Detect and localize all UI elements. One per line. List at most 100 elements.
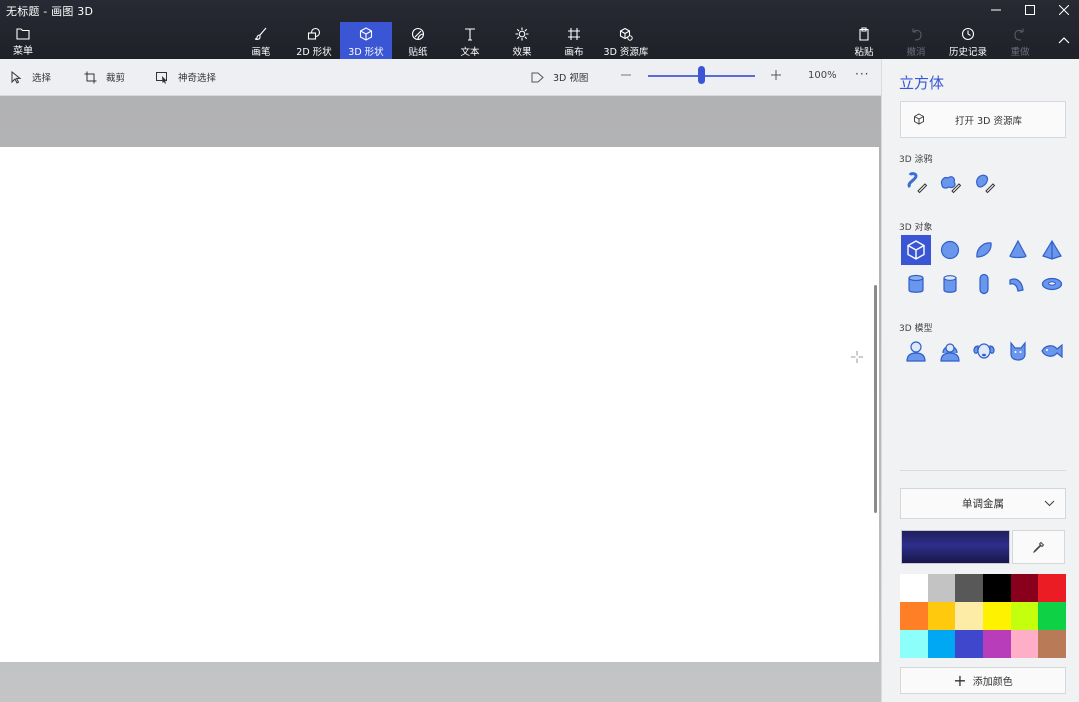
tool-label: 效果 bbox=[512, 47, 532, 58]
material-label: 单调金属 bbox=[962, 498, 1004, 510]
color-swatch[interactable] bbox=[982, 630, 1011, 658]
tool-canvas[interactable]: 画布 bbox=[548, 22, 600, 59]
soft-doodle-icon bbox=[940, 176, 962, 194]
tool-3d-shapes[interactable]: 3D 形状 bbox=[340, 22, 392, 59]
open-3d-library-button[interactable]: 打开 3D 资源库 bbox=[900, 101, 1066, 138]
color-swatch[interactable] bbox=[927, 602, 956, 630]
collapse-ribbon-button[interactable] bbox=[1054, 32, 1074, 48]
tool-stickers[interactable]: 贴纸 bbox=[392, 22, 444, 59]
select-label: 选择 bbox=[32, 73, 52, 84]
magic-select-tool[interactable]: 神奇选择 bbox=[156, 69, 216, 85]
man-model[interactable] bbox=[901, 336, 931, 366]
current-color-swatch[interactable] bbox=[901, 530, 1010, 564]
color-swatch[interactable] bbox=[927, 630, 956, 658]
tube-doodle-tool[interactable] bbox=[969, 167, 999, 197]
add-color-button[interactable]: + 添加颜色 bbox=[900, 667, 1066, 694]
color-swatch[interactable] bbox=[900, 630, 928, 658]
3d-shapes-icon bbox=[359, 27, 373, 41]
hemisphere-shape[interactable] bbox=[969, 235, 999, 265]
plus-icon bbox=[771, 70, 781, 80]
fish-model[interactable] bbox=[1037, 336, 1067, 366]
tool-effects[interactable]: 效果 bbox=[496, 22, 548, 59]
color-swatch[interactable] bbox=[900, 574, 928, 602]
capsule-shape[interactable] bbox=[969, 269, 999, 299]
menu-button[interactable]: 菜单 bbox=[5, 24, 41, 58]
magic-select-label: 神奇选择 bbox=[178, 73, 217, 84]
undo-button[interactable]: 撤消 bbox=[890, 22, 942, 59]
color-swatch[interactable] bbox=[1010, 630, 1039, 658]
doodle-section-label: 3D 涂鸦 bbox=[899, 155, 933, 165]
zoom-slider-thumb[interactable] bbox=[698, 66, 705, 84]
color-palette bbox=[900, 574, 1066, 658]
vertical-scrollbar[interactable] bbox=[874, 285, 877, 513]
crop-tool[interactable]: 裁剪 bbox=[84, 69, 125, 85]
color-swatch[interactable] bbox=[982, 574, 1011, 602]
text-icon bbox=[465, 28, 475, 41]
folder-icon bbox=[16, 28, 30, 40]
material-dropdown[interactable]: 单调金属 bbox=[900, 488, 1066, 519]
pyramid-shape[interactable] bbox=[1037, 235, 1067, 265]
eyedropper-icon bbox=[1033, 541, 1045, 553]
color-swatch[interactable] bbox=[927, 574, 956, 602]
crop-label: 裁剪 bbox=[106, 73, 126, 84]
color-swatch[interactable] bbox=[1038, 602, 1066, 630]
color-swatch[interactable] bbox=[1010, 574, 1039, 602]
color-swatch[interactable] bbox=[982, 602, 1011, 630]
dog-model[interactable] bbox=[969, 336, 999, 366]
zoom-out-button[interactable] bbox=[618, 67, 634, 83]
hemisphere-icon bbox=[976, 242, 992, 258]
fish-icon bbox=[1041, 343, 1063, 359]
woman-model[interactable] bbox=[935, 336, 965, 366]
color-swatch[interactable] bbox=[955, 574, 983, 602]
donut-shape[interactable] bbox=[1037, 269, 1067, 299]
soft-edge-doodle-tool[interactable] bbox=[935, 167, 965, 197]
tool-text[interactable]: 文本 bbox=[444, 22, 496, 59]
donut-icon bbox=[1041, 277, 1063, 291]
ribbon: 无标题 - 画图 3D 菜单 画笔 2D 形状 3D 形状 贴纸 文本 效果 画… bbox=[0, 0, 1079, 59]
window-title: 无标题 - 画图 3D bbox=[6, 5, 94, 18]
eyedropper-button[interactable] bbox=[1012, 530, 1065, 564]
tube-shape[interactable] bbox=[935, 269, 965, 299]
minimize-icon bbox=[991, 9, 1001, 11]
color-swatch[interactable] bbox=[1010, 602, 1039, 630]
brush-icon bbox=[254, 27, 267, 40]
paint3d-window: 无标题 - 画图 3D 菜单 画笔 2D 形状 3D 形状 贴纸 文本 效果 画… bbox=[0, 0, 1079, 702]
drawing-canvas[interactable] bbox=[0, 147, 879, 662]
pointer-icon bbox=[11, 70, 22, 84]
3d-view-toggle[interactable]: 3D 视图 bbox=[531, 69, 588, 85]
tube-icon bbox=[943, 275, 957, 293]
color-swatch[interactable] bbox=[955, 602, 983, 630]
paste-button[interactable]: 粘贴 bbox=[838, 22, 890, 59]
models-section-label: 3D 模型 bbox=[899, 324, 933, 334]
select-tool[interactable]: 选择 bbox=[10, 69, 51, 85]
maximize-button[interactable] bbox=[1012, 0, 1048, 20]
effects-icon bbox=[515, 27, 529, 41]
cat-model[interactable] bbox=[1003, 336, 1033, 366]
zoom-in-button[interactable] bbox=[768, 67, 784, 83]
color-swatch[interactable] bbox=[1038, 574, 1066, 602]
color-swatch[interactable] bbox=[1038, 630, 1066, 658]
tool-label: 2D 形状 bbox=[296, 47, 332, 58]
panel-divider bbox=[900, 470, 1066, 471]
tool-brushes[interactable]: 画笔 bbox=[235, 22, 287, 59]
tool-label: 重做 bbox=[1010, 47, 1030, 58]
close-button[interactable] bbox=[1046, 0, 1079, 20]
cube-shape[interactable] bbox=[901, 235, 931, 265]
cylinder-shape[interactable] bbox=[901, 269, 931, 299]
more-options-button[interactable]: ··· bbox=[855, 67, 869, 81]
history-button[interactable]: 历史记录 bbox=[942, 22, 994, 59]
minimize-button[interactable] bbox=[978, 0, 1014, 20]
redo-button[interactable]: 重做 bbox=[994, 22, 1046, 59]
sphere-shape[interactable] bbox=[935, 235, 965, 265]
cone-icon bbox=[1009, 239, 1027, 259]
tool-3d-library[interactable]: 3D 资源库 bbox=[600, 22, 652, 59]
curved-cylinder-shape[interactable] bbox=[1003, 269, 1033, 299]
tool-2d-shapes[interactable]: 2D 形状 bbox=[288, 22, 340, 59]
color-swatch[interactable] bbox=[955, 630, 983, 658]
color-swatch[interactable] bbox=[900, 602, 928, 630]
cylinder-icon bbox=[908, 274, 924, 293]
tool-label: 3D 形状 bbox=[348, 47, 384, 58]
sharp-edge-doodle-tool[interactable] bbox=[901, 167, 931, 197]
cone-shape[interactable] bbox=[1003, 235, 1033, 265]
dog-icon bbox=[973, 343, 995, 359]
